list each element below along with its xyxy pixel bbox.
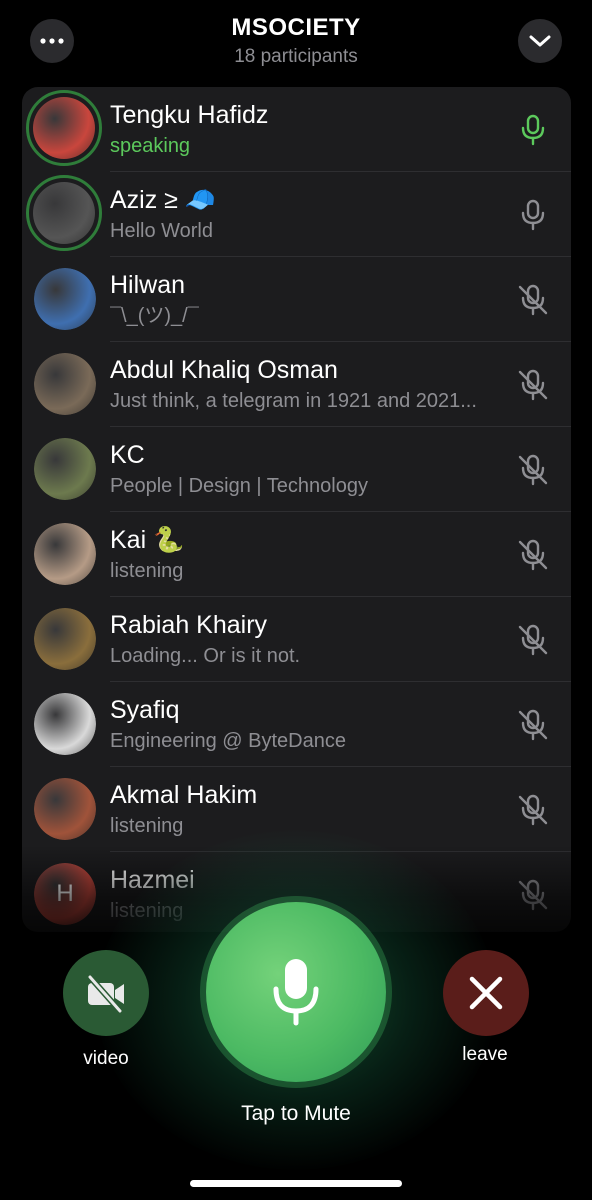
mic-muted-icon <box>518 879 548 911</box>
mic-status[interactable] <box>516 113 550 147</box>
participant-row[interactable]: KC People | Design | Technology <box>22 427 571 512</box>
avatar-image <box>34 693 96 755</box>
mic-muted-status[interactable] <box>516 878 550 912</box>
avatar <box>34 693 96 755</box>
participant-status: People | Design | Technology <box>110 475 368 497</box>
avatar <box>34 353 96 415</box>
avatar-image <box>34 523 96 585</box>
avatar <box>34 268 96 330</box>
participant-status: Just think, a telegram in 1921 and 2021.… <box>110 390 477 412</box>
collapse-button[interactable] <box>518 19 562 63</box>
participant-name: Tengku Hafidz <box>110 101 269 129</box>
avatar-image <box>34 778 96 840</box>
participant-status: listening <box>110 815 184 837</box>
participant-status: listening <box>110 560 184 582</box>
leave-label: leave <box>462 1044 508 1065</box>
chevron-down-icon <box>529 35 551 47</box>
participant-row[interactable]: Aziz ≥ 🧢 Hello World <box>22 172 571 257</box>
header: MSOCIETY 18 participants <box>0 0 592 84</box>
participant-name: Abdul Khaliq Osman <box>110 356 338 384</box>
more-button[interactable] <box>30 19 74 63</box>
participant-name: KC <box>110 441 145 469</box>
avatar-image <box>34 438 96 500</box>
mic-muted-status[interactable] <box>516 283 550 317</box>
participant-name: Aziz ≥ 🧢 <box>110 186 216 214</box>
participant-name: Rabiah Khairy <box>110 611 268 639</box>
video-label: video <box>83 1048 129 1069</box>
avatar <box>26 175 102 251</box>
participant-row[interactable]: Tengku Hafidz speaking <box>22 87 571 172</box>
participant-status: Hello World <box>110 220 213 242</box>
participant-name: Akmal Hakim <box>110 781 258 809</box>
avatar: H <box>34 863 96 925</box>
mic-muted-icon <box>518 794 548 826</box>
participant-row[interactable]: Hilwan ¯\_(ツ)_/¯ <box>22 257 571 342</box>
leave-button[interactable] <box>443 950 529 1036</box>
mic-muted-icon <box>518 709 548 741</box>
avatar <box>34 778 96 840</box>
mic-muted-status[interactable] <box>516 538 550 572</box>
avatar-image: H <box>34 863 96 925</box>
mute-button[interactable] <box>206 902 386 1082</box>
mic-muted-icon <box>518 369 548 401</box>
participant-status: ¯\_(ツ)_/¯ <box>110 305 199 327</box>
mic-muted-icon <box>518 539 548 571</box>
avatar <box>34 438 96 500</box>
participant-status: speaking <box>110 135 191 157</box>
participant-status: Engineering @ ByteDance <box>110 730 346 752</box>
participant-name: Syafiq <box>110 696 180 724</box>
avatar <box>34 523 96 585</box>
participant-row[interactable]: Rabiah Khairy Loading... Or is it not. <box>22 597 571 682</box>
avatar-image <box>33 182 95 244</box>
participant-name: Kai 🐍 <box>110 526 185 554</box>
participants-count: 18 participants <box>234 46 358 67</box>
mic-icon <box>521 199 545 231</box>
avatar <box>26 90 102 166</box>
mic-icon <box>521 114 545 146</box>
mic-muted-icon <box>518 284 548 316</box>
participant-name: Hilwan <box>110 271 186 299</box>
video-button[interactable] <box>63 950 149 1036</box>
avatar <box>34 608 96 670</box>
mic-muted-status[interactable] <box>516 708 550 742</box>
mic-icon <box>273 959 319 1026</box>
more-icon <box>40 38 64 44</box>
mute-label: Tap to Mute <box>241 1102 351 1125</box>
home-indicator <box>190 1180 402 1187</box>
avatar-image <box>34 608 96 670</box>
mic-muted-icon <box>518 454 548 486</box>
mic-muted-icon <box>518 624 548 656</box>
participants-list[interactable]: Tengku Hafidz speaking Aziz ≥ 🧢 Hello World… <box>22 87 571 932</box>
mic-muted-status[interactable] <box>516 453 550 487</box>
close-icon <box>469 976 503 1010</box>
mic-muted-status[interactable] <box>516 368 550 402</box>
participant-status: Loading... Or is it not. <box>110 645 301 667</box>
mic-muted-status[interactable] <box>516 623 550 657</box>
participant-row[interactable]: Abdul Khaliq Osman Just think, a telegram… <box>22 342 571 427</box>
mic-muted-status[interactable] <box>516 793 550 827</box>
title-block: MSOCIETY 18 participants <box>150 14 442 70</box>
video-off-icon <box>87 974 124 1013</box>
participant-row[interactable]: Kai 🐍 listening <box>22 512 571 597</box>
avatar-image <box>34 268 96 330</box>
mic-status[interactable] <box>516 198 550 232</box>
participant-row[interactable]: Syafiq Engineering @ ByteDance <box>22 682 571 767</box>
avatar-image <box>34 353 96 415</box>
chat-title: MSOCIETY <box>231 14 361 41</box>
avatar-image <box>33 97 95 159</box>
